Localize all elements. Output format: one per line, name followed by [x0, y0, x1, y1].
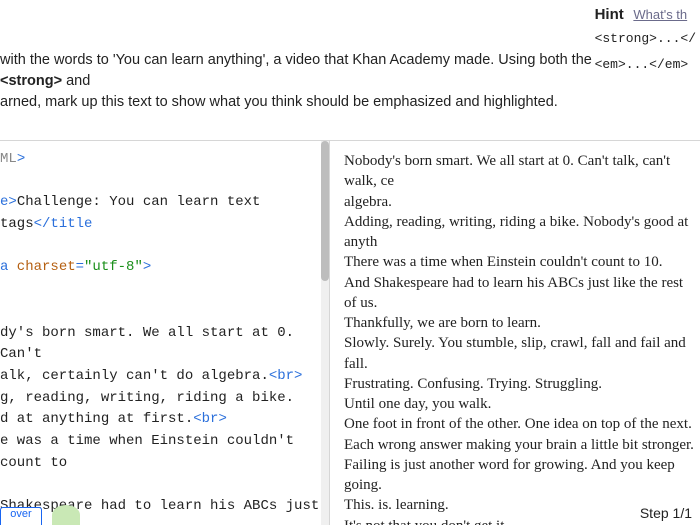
preview-line: Slowly. Surely. You stumble, slip, crawl…: [344, 333, 696, 374]
preview-line: One foot in front of the other. One idea…: [344, 414, 696, 434]
hint-panel: Hint What's th <strong>...</ <em>...</em…: [595, 6, 700, 74]
hint-code-1: <strong>...</: [595, 29, 696, 49]
hint-title: Hint: [595, 6, 624, 23]
code-scrollbar[interactable]: [321, 141, 329, 525]
code-editor[interactable]: ML> e>Challenge: You can learn text tags…: [0, 141, 330, 525]
preview-line: And Shakespeare had to learn his ABCs ju…: [344, 273, 696, 314]
preview-line: Until one day, you walk.: [344, 394, 696, 414]
preview-line: Failing is just another word for growing…: [344, 455, 696, 496]
preview-line: There was a time when Einstein couldn't …: [344, 252, 696, 272]
preview-line: Each wrong answer making your brain a li…: [344, 435, 696, 455]
instruction-text: with the words to 'You can learn anythin…: [0, 50, 610, 113]
hint-link[interactable]: What's th: [633, 7, 687, 22]
preview-line: Adding, reading, writing, riding a bike.…: [344, 212, 696, 253]
step-indicator: Step 1/1: [640, 505, 692, 521]
preview-line: algebra.: [344, 192, 696, 212]
preview-line: Nobody's born smart. We all start at 0. …: [344, 151, 696, 192]
preview-line: Thankfully, we are born to learn.: [344, 313, 696, 333]
preview-line: Frustrating. Confusing. Trying. Struggli…: [344, 374, 696, 394]
scrollbar-thumb[interactable]: [321, 141, 329, 281]
preview-pane: Nobody's born smart. We all start at 0. …: [330, 141, 700, 525]
avatar-icon: [52, 505, 80, 525]
hover-button[interactable]: over: [0, 507, 42, 525]
